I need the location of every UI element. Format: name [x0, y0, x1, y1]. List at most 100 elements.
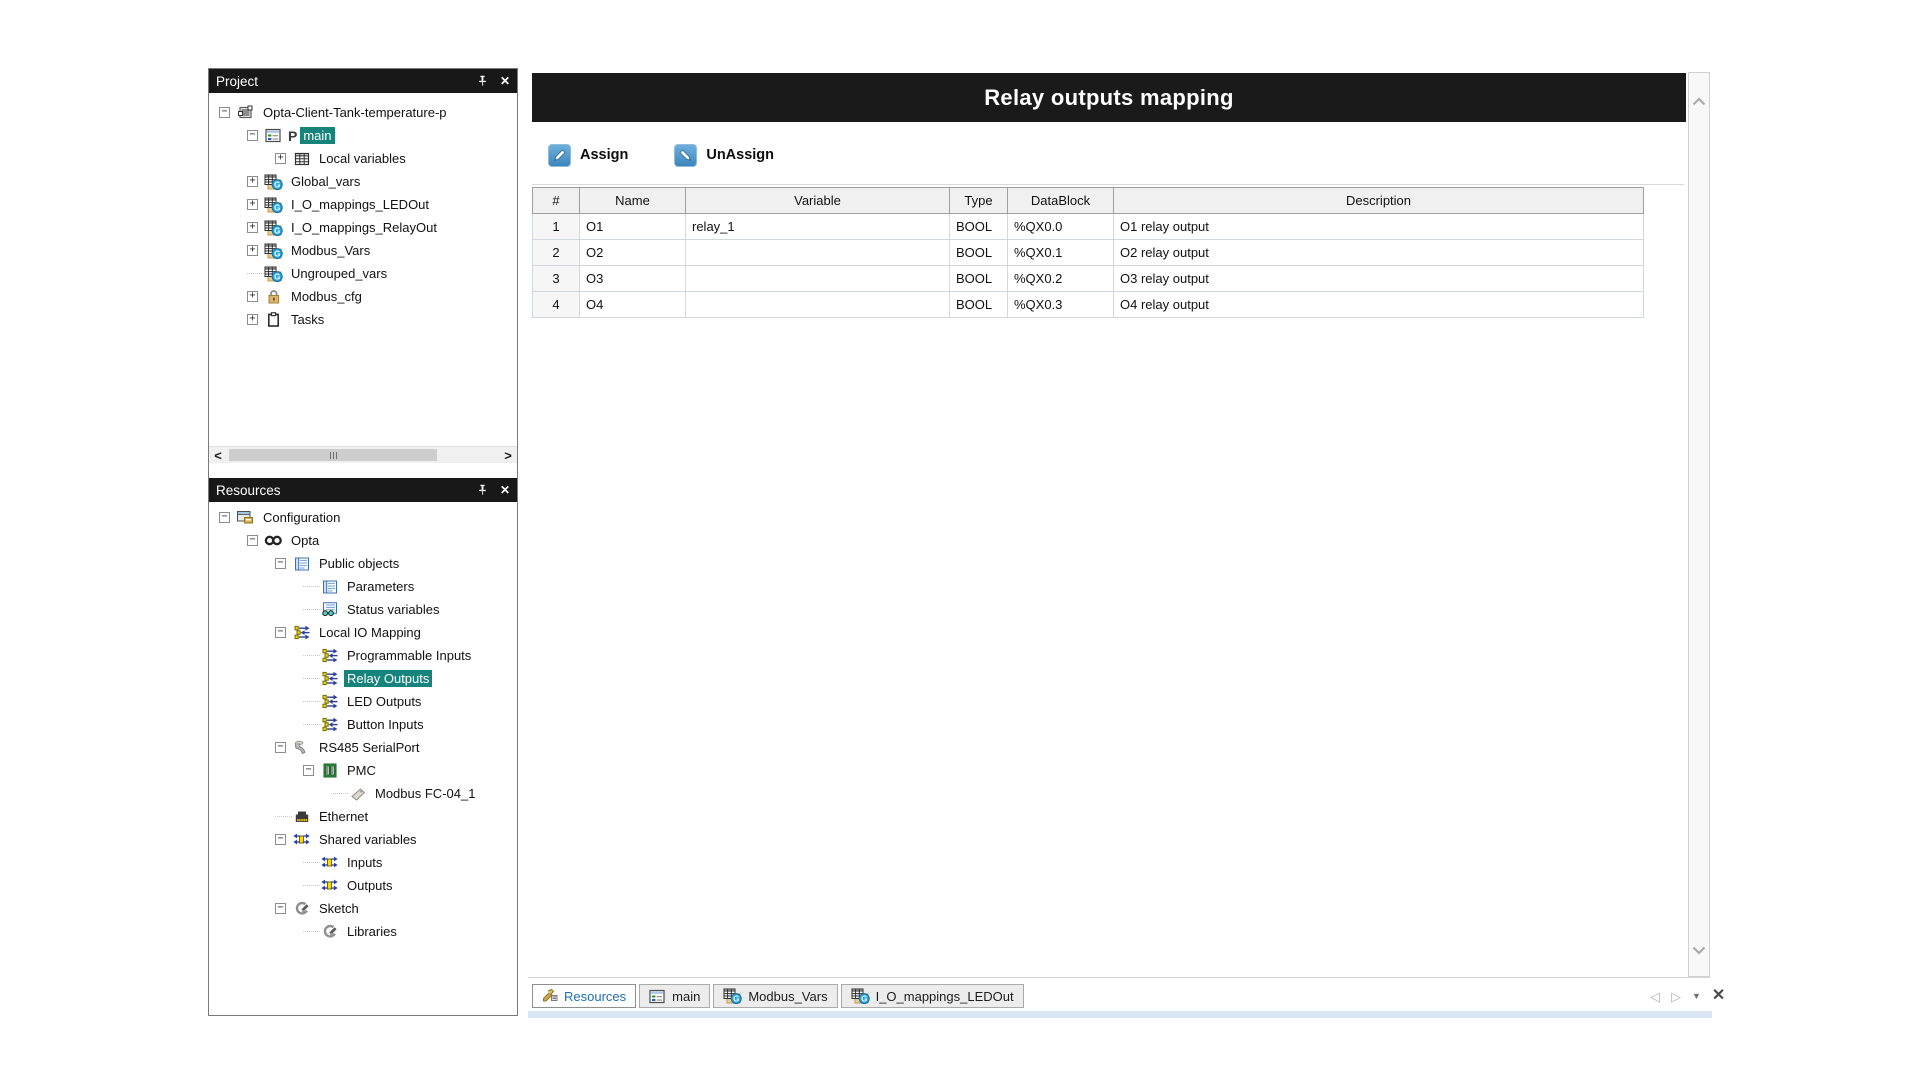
cell-variable[interactable] [686, 292, 950, 318]
collapse-toggle-icon[interactable]: − [219, 512, 230, 523]
cell-description[interactable]: O3 relay output [1114, 266, 1644, 292]
cell-description[interactable]: O2 relay output [1114, 240, 1644, 266]
cell-description[interactable]: O4 relay output [1114, 292, 1644, 318]
expand-toggle-icon[interactable]: + [275, 153, 286, 164]
cell-name[interactable]: O4 [580, 292, 686, 318]
collapse-toggle-icon[interactable]: − [303, 765, 314, 776]
tab-scroll-left-icon[interactable]: ◁ [1650, 990, 1660, 1003]
cell-variable[interactable]: relay_1 [686, 214, 950, 240]
tab-list-dropdown-icon[interactable]: ▼ [1692, 992, 1701, 1001]
tree-item-ethernet[interactable]: Ethernet [209, 805, 517, 828]
cell-type[interactable]: BOOL [950, 240, 1008, 266]
tree-item-pmc[interactable]: −PMC [209, 759, 517, 782]
collapse-toggle-icon[interactable]: − [219, 107, 230, 118]
grid-g-icon: G [264, 243, 283, 259]
tree-item-opta[interactable]: −Opta [209, 529, 517, 552]
expand-toggle-icon[interactable]: + [247, 199, 258, 210]
collapse-toggle-icon[interactable]: − [247, 535, 258, 546]
collapse-toggle-icon[interactable]: − [275, 903, 286, 914]
tree-item-status-variables[interactable]: Status variables [209, 598, 517, 621]
tab-scroll-right-icon[interactable]: ▷ [1671, 990, 1681, 1003]
scroll-right-icon[interactable]: > [499, 448, 517, 463]
cell-description[interactable]: O1 relay output [1114, 214, 1644, 240]
tree-item-programmable-inputs[interactable]: Programmable Inputs [209, 644, 517, 667]
expand-toggle-icon[interactable]: + [247, 314, 258, 325]
cell-name[interactable]: O1 [580, 214, 686, 240]
close-icon[interactable]: ✕ [500, 75, 510, 87]
pin-icon[interactable] [477, 484, 488, 496]
cell-datablock[interactable]: %QX0.0 [1008, 214, 1114, 240]
column-header-description[interactable]: Description [1114, 188, 1644, 214]
tree-item-ungrouped-vars[interactable]: GUngrouped_vars [209, 262, 517, 285]
tree-item-parameters[interactable]: Parameters [209, 575, 517, 598]
tab-close-icon[interactable]: ✕ [1712, 988, 1725, 1004]
cell-name[interactable]: O3 [580, 266, 686, 292]
tree-item-public-objects[interactable]: −Public objects [209, 552, 517, 575]
tree-item-configuration[interactable]: −Configuration [209, 506, 517, 529]
tab-modbus-vars[interactable]: GModbus_Vars [713, 984, 837, 1008]
cell-variable[interactable] [686, 266, 950, 292]
project-horizontal-scrollbar[interactable]: < > [209, 446, 517, 463]
tree-item-label: Opta-Client-Tank-temperature-p [260, 104, 450, 121]
unassign-button[interactable]: UnAssign [674, 144, 774, 167]
close-icon[interactable]: ✕ [500, 484, 510, 496]
main-vertical-scrollbar[interactable] [1688, 72, 1710, 977]
tree-item-i-o-mappings-relayout[interactable]: +GI_O_mappings_RelayOut [209, 216, 517, 239]
tree-item-tasks[interactable]: +Tasks [209, 308, 517, 331]
column-header-name[interactable]: Name [580, 188, 686, 214]
tree-item-global-vars[interactable]: +GGlobal_vars [209, 170, 517, 193]
collapse-toggle-icon[interactable]: − [275, 834, 286, 845]
tree-item-shared-variables[interactable]: −Shared variables [209, 828, 517, 851]
io-icon [292, 625, 311, 641]
grid-icon [292, 151, 311, 167]
expand-toggle-icon[interactable]: + [247, 291, 258, 302]
cell-name[interactable]: O2 [580, 240, 686, 266]
column-header-variable[interactable]: Variable [686, 188, 950, 214]
tree-item-inputs[interactable]: Inputs [209, 851, 517, 874]
cell-type[interactable]: BOOL [950, 266, 1008, 292]
scrollbar-thumb[interactable] [229, 449, 437, 461]
tree-item-sketch[interactable]: −Sketch [209, 897, 517, 920]
tree-item-relay-outputs[interactable]: Relay Outputs [209, 667, 517, 690]
tab-resources[interactable]: Resources [532, 984, 636, 1008]
collapse-toggle-icon[interactable]: − [275, 627, 286, 638]
tree-guide-line [303, 931, 320, 932]
tree-item-modbus-fc-04-1[interactable]: Modbus FC-04_1 [209, 782, 517, 805]
tree-item-main[interactable]: −Pmain [209, 124, 517, 147]
tree-item-libraries[interactable]: Libraries [209, 920, 517, 943]
tab-i-o-mappings-ledout[interactable]: GI_O_mappings_LEDOut [841, 984, 1024, 1008]
assign-button[interactable]: Assign [548, 144, 628, 167]
tab-main[interactable]: main [639, 984, 710, 1008]
column-header--[interactable]: # [533, 188, 580, 214]
collapse-toggle-icon[interactable]: − [247, 130, 258, 141]
tree-item-button-inputs[interactable]: Button Inputs [209, 713, 517, 736]
tree-item-modbus-cfg[interactable]: +Modbus_cfg [209, 285, 517, 308]
cell-variable[interactable] [686, 240, 950, 266]
tree-item-rs485-serialport[interactable]: −RS485 SerialPort [209, 736, 517, 759]
tree-item-outputs[interactable]: Outputs [209, 874, 517, 897]
cell-datablock[interactable]: %QX0.3 [1008, 292, 1114, 318]
collapse-toggle-icon[interactable]: − [275, 558, 286, 569]
cell-datablock[interactable]: %QX0.1 [1008, 240, 1114, 266]
tree-item-i-o-mappings-ledout[interactable]: +GI_O_mappings_LEDOut [209, 193, 517, 216]
pin-icon[interactable] [477, 75, 488, 87]
svg-text:G: G [274, 272, 280, 281]
expand-toggle-icon[interactable]: + [247, 245, 258, 256]
panel-splitter[interactable] [209, 463, 517, 478]
tree-item-opta-client-tank-temperature-p[interactable]: − Opta-Client-Tank-temperature-p [209, 101, 517, 124]
collapse-toggle-icon[interactable]: − [275, 742, 286, 753]
scroll-left-icon[interactable]: < [209, 448, 227, 463]
column-header-datablock[interactable]: DataBlock [1008, 188, 1114, 214]
scroll-up-icon[interactable] [1692, 93, 1706, 111]
tree-item-modbus-vars[interactable]: +GModbus_Vars [209, 239, 517, 262]
tree-item-local-io-mapping[interactable]: −Local IO Mapping [209, 621, 517, 644]
expand-toggle-icon[interactable]: + [247, 222, 258, 233]
tree-item-led-outputs[interactable]: LED Outputs [209, 690, 517, 713]
scroll-down-icon[interactable] [1692, 942, 1706, 960]
cell-type[interactable]: BOOL [950, 214, 1008, 240]
column-header-type[interactable]: Type [950, 188, 1008, 214]
tree-item-local-variables[interactable]: +Local variables [209, 147, 517, 170]
cell-datablock[interactable]: %QX0.2 [1008, 266, 1114, 292]
expand-toggle-icon[interactable]: + [247, 176, 258, 187]
cell-type[interactable]: BOOL [950, 292, 1008, 318]
